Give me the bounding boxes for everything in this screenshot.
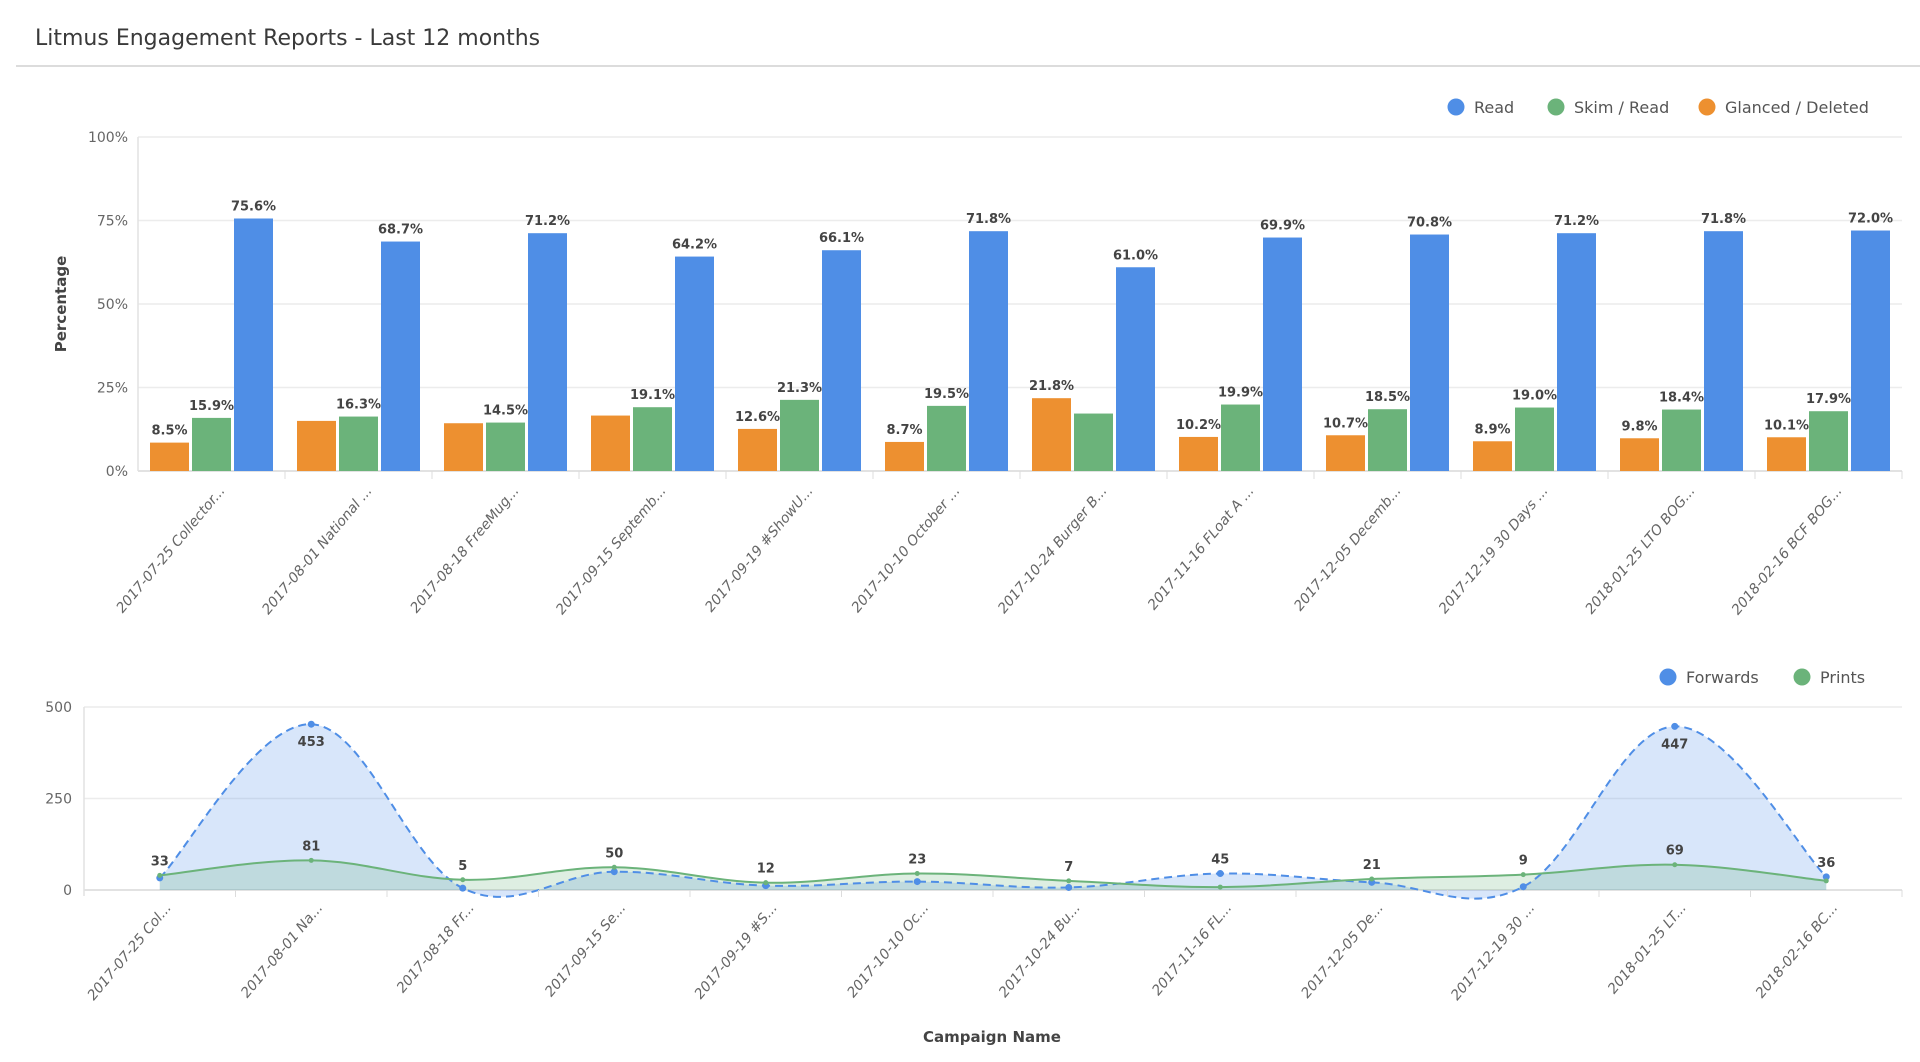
legend-marker	[1793, 668, 1811, 686]
x-tick-label: 2017-07-25 Col...	[85, 900, 175, 1003]
x-tick-label: 2017-08-18 Fr...	[394, 900, 478, 996]
x-tick-label: 2017-12-05 De...	[1298, 900, 1386, 1001]
x-axis-title: Campaign Name	[923, 1028, 1061, 1046]
prints-point	[1217, 884, 1223, 890]
x-tick-label: 2017-11-16 FL...	[1149, 900, 1235, 998]
prints-point	[914, 871, 920, 877]
forwards-point	[913, 878, 921, 886]
y-tick-label: 250	[45, 792, 72, 808]
x-tick-label: 2018-01-25 LT...	[1605, 900, 1690, 997]
prints-point	[1520, 872, 1526, 878]
forwards-point	[307, 720, 315, 728]
prints-data-label: 69	[1666, 844, 1684, 859]
x-tick-label: 2018-02-16 BC...	[1753, 900, 1841, 1001]
prints-point	[157, 872, 163, 878]
x-tick-label: 2017-10-24 Bu...	[996, 900, 1084, 1000]
forwards-data-label: 21	[1363, 858, 1381, 873]
x-tick-label: 2017-12-19 30 ...	[1448, 900, 1538, 1003]
x-tick-label: 2017-10-10 Oc...	[844, 900, 932, 1001]
forwards-data-label: 33	[151, 854, 169, 869]
forwards-point	[1519, 883, 1527, 891]
prints-point	[763, 880, 769, 886]
prints-point	[1066, 878, 1072, 884]
y-tick-label: 500	[45, 700, 72, 716]
prints-point	[460, 877, 466, 883]
forwards-data-label: 5	[458, 859, 467, 874]
prints-point	[1369, 876, 1375, 882]
forwards-data-label: 447	[1661, 737, 1688, 752]
legend-label: Forwards	[1686, 668, 1759, 687]
prints-point	[1672, 862, 1678, 868]
x-tick-label: 2017-08-01 Na...	[238, 900, 326, 1001]
forwards-data-label: 36	[1817, 856, 1835, 871]
legend-label: Prints	[1820, 668, 1865, 687]
forwards-data-label: 45	[1211, 853, 1229, 868]
prints-point	[308, 857, 314, 863]
forwards-data-label: 7	[1064, 860, 1073, 875]
prints-point	[611, 864, 617, 870]
forwards-prints-area-chart: 0 250 500 33 453 5 50 12 23 7 45 21 9 447 36 81 69 2017-0…	[45, 668, 1903, 1046]
forwards-point	[1671, 722, 1679, 730]
y-tick-label: 0	[63, 883, 72, 899]
prints-data-label: 81	[302, 839, 320, 854]
legend-marker	[1659, 668, 1677, 686]
forwards-data-label: 9	[1519, 854, 1528, 869]
forwards-point	[1065, 883, 1073, 891]
forwards-data-label: 453	[298, 735, 325, 750]
forwards-point	[459, 884, 467, 892]
x-tick-label: 2017-09-19 #S...	[692, 900, 781, 1002]
x-tick-label: 2017-09-15 Se...	[542, 900, 629, 1000]
forwards-data-label: 50	[605, 846, 623, 861]
prints-point	[1823, 878, 1829, 884]
forwards-point	[1216, 870, 1224, 878]
forwards-data-label: 12	[757, 862, 775, 877]
forwards-data-label: 23	[908, 853, 926, 868]
